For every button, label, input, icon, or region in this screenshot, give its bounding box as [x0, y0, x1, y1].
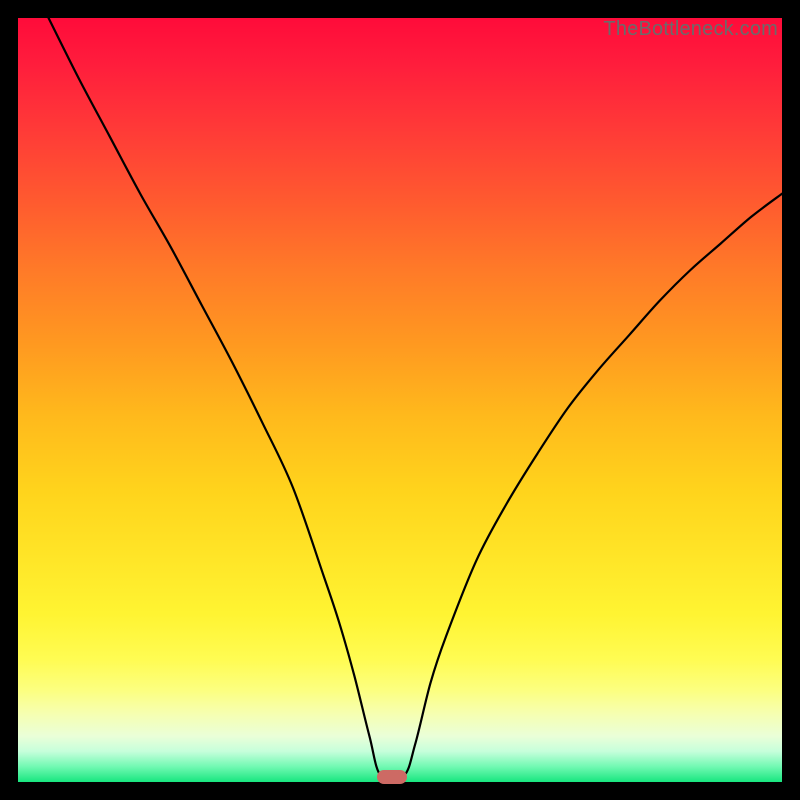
watermark-text: TheBottleneck.com	[603, 18, 778, 41]
chart-frame: TheBottleneck.com	[0, 0, 800, 800]
plot-area: TheBottleneck.com	[18, 18, 782, 782]
optimum-marker	[377, 770, 407, 784]
bottleneck-curve	[18, 18, 782, 782]
